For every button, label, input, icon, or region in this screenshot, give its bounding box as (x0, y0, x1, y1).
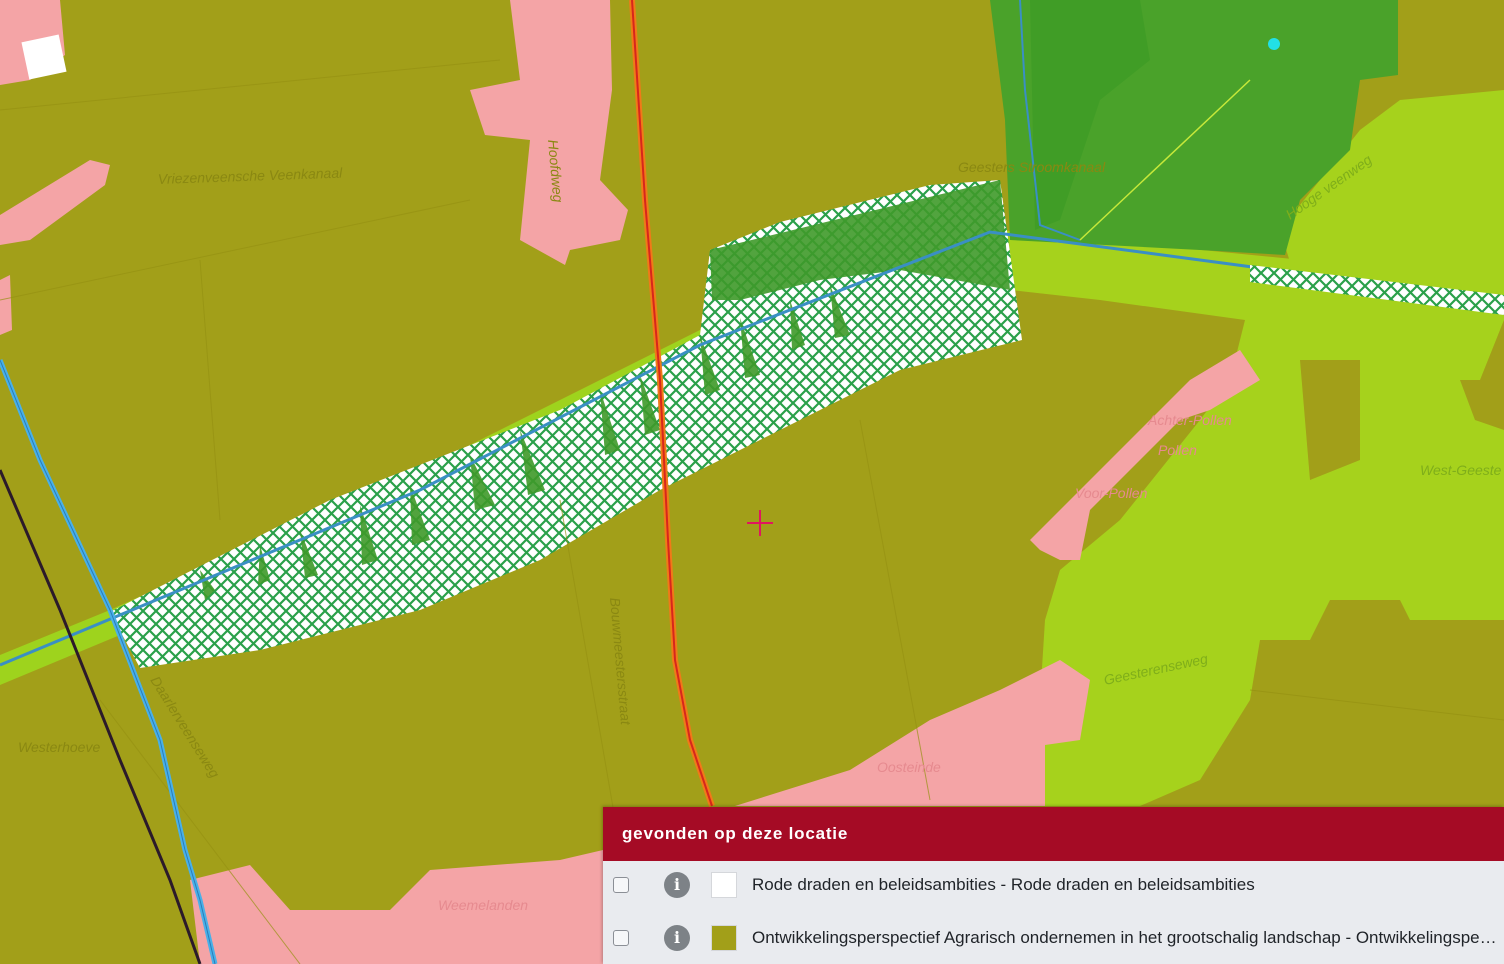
map-label: Pollen (1158, 442, 1197, 458)
map-label: Westerhoeve (18, 739, 100, 755)
map-label: Oosteinde (877, 759, 941, 775)
white-block (21, 34, 67, 80)
map-label: Voor-Pollen (1075, 485, 1148, 501)
results-panel-title: gevonden op deze locatie (603, 807, 1504, 861)
result-row-agrarisch[interactable]: i Ontwikkelingsperspectief Agrarisch ond… (603, 918, 1504, 958)
result-label: Rode draden en beleidsambities - Rode dr… (752, 875, 1255, 894)
result-label: Ontwikkelingsperspectief Agrarisch onder… (752, 928, 1500, 947)
natuur-area-tooth (1300, 360, 1360, 480)
map-label: Weemelanden (438, 897, 528, 913)
result-checkbox[interactable] (613, 930, 629, 946)
result-row-rode-draden[interactable]: i Rode draden en beleidsambities - Rode … (603, 865, 1504, 905)
results-panel: gevonden op deze locatie i Rode draden e… (603, 807, 1504, 964)
poi-marker[interactable] (1268, 38, 1280, 50)
info-icon[interactable]: i (664, 872, 690, 898)
legend-swatch (711, 872, 737, 898)
map-label: West-Geeste (1420, 462, 1502, 478)
result-checkbox[interactable] (613, 877, 629, 893)
info-icon[interactable]: i (664, 925, 690, 951)
legend-swatch (711, 925, 737, 951)
map-label: Geesters Stroomkanaal (958, 159, 1106, 175)
map-label: Achter-Pollen (1147, 412, 1232, 428)
